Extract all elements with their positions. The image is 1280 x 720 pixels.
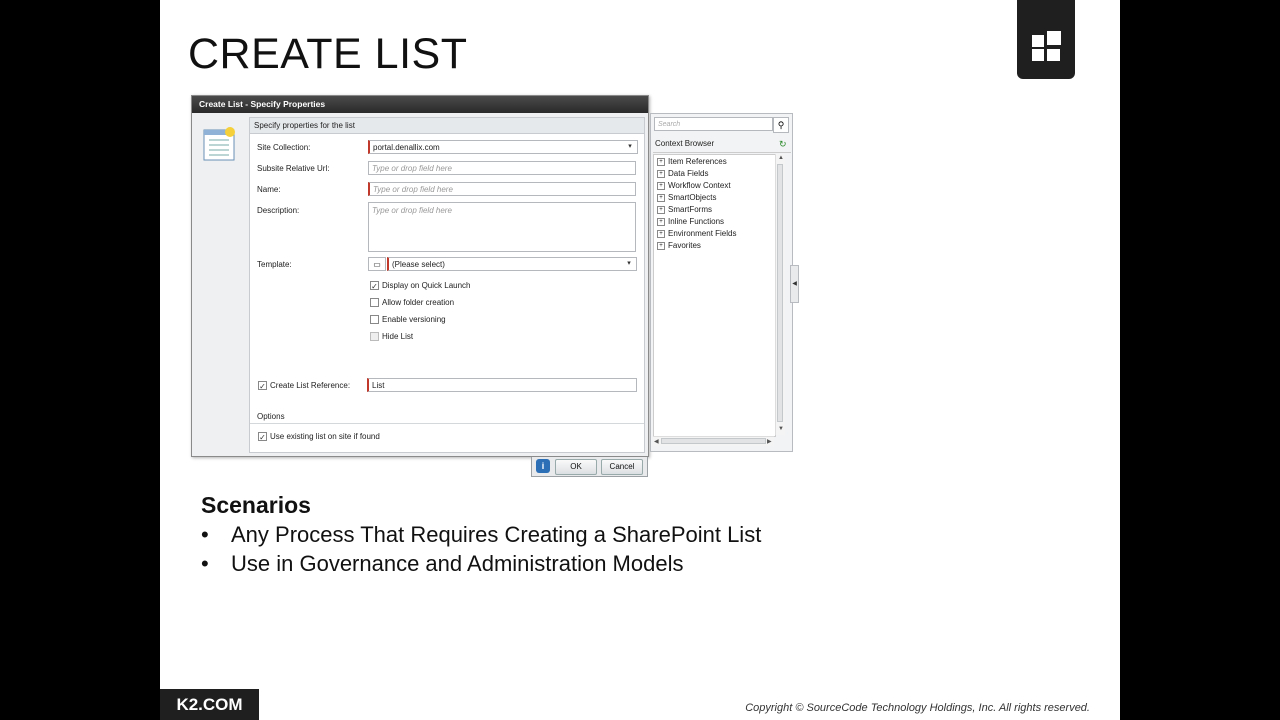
quick-launch-checkbox[interactable]: ✓	[370, 281, 379, 291]
use-existing-label: Use existing list on site if found	[270, 432, 380, 441]
create-list-dialog: Create List - Specify Properties Specify…	[191, 95, 649, 457]
horizontal-scroll-thumb[interactable]	[661, 438, 766, 444]
use-existing-checkbox[interactable]: ✓	[258, 432, 267, 442]
hide-list-checkbox[interactable]	[370, 332, 379, 341]
tree-item-item-references[interactable]: + Item References	[657, 157, 727, 166]
name-label: Name:	[257, 185, 281, 194]
scenario-text: Any Process That Requires Creating a Sha…	[231, 522, 762, 547]
expand-icon[interactable]: +	[657, 229, 665, 238]
info-button[interactable]: i	[536, 459, 550, 473]
template-select[interactable]: (Please select) ▾	[387, 257, 637, 271]
chevron-down-icon[interactable]: ▾	[622, 258, 636, 270]
tree-item-environment-fields[interactable]: + Environment Fields	[657, 229, 736, 238]
scroll-up-icon[interactable]: ▲	[778, 155, 784, 161]
versioning-label: Enable versioning	[382, 315, 446, 324]
list-wizard-icon	[203, 127, 235, 161]
tree-item-label: Environment Fields	[668, 229, 737, 238]
context-browser-title-text: Context Browser	[655, 139, 715, 148]
tree-item-workflow-context[interactable]: + Workflow Context	[657, 181, 731, 190]
tree-item-smartforms[interactable]: + SmartForms	[657, 205, 712, 214]
expand-icon[interactable]: +	[657, 157, 665, 166]
dialog-button-bar: i OK Cancel	[531, 457, 648, 477]
expand-icon[interactable]: +	[657, 217, 665, 226]
tree-item-data-fields[interactable]: + Data Fields	[657, 169, 708, 178]
tree-item-label: SmartForms	[668, 205, 712, 214]
folder-creation-label: Allow folder creation	[382, 298, 455, 307]
list-reference-label: Create List Reference:	[270, 381, 351, 390]
tree-item-label: Data Fields	[668, 169, 709, 178]
k2-logo-icon	[1017, 0, 1075, 79]
properties-panel: Specify properties for the list Site Col…	[249, 117, 645, 453]
horizontal-scrollbar[interactable]: ◀ ▶	[653, 436, 774, 446]
options-label: Options	[257, 412, 285, 421]
context-search-input[interactable]: Search	[654, 117, 773, 131]
scroll-down-icon[interactable]: ▼	[778, 426, 784, 432]
copyright-notice: Copyright © SourceCode Technology Holdin…	[745, 702, 1090, 714]
collapse-panel-icon[interactable]: ◀	[790, 265, 799, 303]
ok-button[interactable]: OK	[555, 459, 597, 475]
dialog-title: Create List - Specify Properties	[192, 96, 648, 113]
description-label: Description:	[257, 206, 300, 215]
tree-item-smartobjects[interactable]: + SmartObjects	[657, 193, 716, 202]
site-collection-select[interactable]: portal.denallix.com ▾	[368, 140, 638, 154]
slide: CREATE LIST Create List - Specify Proper…	[160, 0, 1120, 720]
scenarios-heading: Scenarios	[201, 492, 311, 518]
tree-item-label: Workflow Context	[668, 181, 731, 190]
k2-brand-label: K2.COM	[160, 689, 259, 720]
site-collection-value: portal.denallix.com	[373, 143, 440, 152]
vertical-scrollbar[interactable]: ▲ ▼	[775, 154, 785, 435]
subsite-url-input[interactable]: Type or drop field here	[368, 161, 636, 175]
hide-list-label: Hide List	[382, 332, 414, 341]
scroll-left-icon[interactable]: ◀	[654, 438, 659, 445]
tree-item-inline-functions[interactable]: + Inline Functions	[657, 217, 724, 226]
tree-item-label: SmartObjects	[668, 193, 717, 202]
expand-icon[interactable]: +	[657, 241, 665, 250]
expand-icon[interactable]: +	[657, 169, 665, 178]
template-value: (Please select)	[392, 260, 445, 269]
tree-item-label: Inline Functions	[668, 217, 725, 226]
slide-title: CREATE LIST	[188, 30, 468, 78]
scroll-right-icon[interactable]: ▶	[767, 438, 772, 445]
description-textarea[interactable]: Type or drop field here	[368, 202, 636, 252]
versioning-checkbox[interactable]	[370, 315, 379, 324]
folder-creation-checkbox[interactable]	[370, 298, 379, 307]
context-browser-title: Context Browser ↻	[653, 136, 791, 153]
template-label: Template:	[257, 260, 292, 269]
tree-item-label: Favorites	[668, 241, 701, 250]
site-collection-label: Site Collection:	[257, 143, 311, 152]
context-browser: Search ⚲ Context Browser ↻ + Item Referen…	[650, 113, 793, 452]
scenario-bullet: • Any Process That Requires Creating a Sh…	[201, 522, 761, 548]
search-icon[interactable]: ⚲	[773, 117, 789, 133]
list-reference-input[interactable]: List	[367, 378, 637, 392]
scenario-text: Use in Governance and Administration Mod…	[231, 551, 684, 576]
quick-launch-label: Display on Quick Launch	[382, 281, 471, 290]
bullet-icon: •	[201, 522, 209, 547]
template-picker-icon[interactable]: ▭	[368, 257, 386, 271]
options-divider	[250, 423, 644, 424]
tree-item-label: Item References	[668, 157, 727, 166]
cancel-button[interactable]: Cancel	[601, 459, 643, 475]
subsite-url-label: Subsite Relative Url:	[257, 164, 330, 173]
list-reference-checkbox[interactable]: ✓	[258, 381, 267, 391]
tree-item-favorites[interactable]: + Favorites	[657, 241, 701, 250]
name-input[interactable]: Type or drop field here	[368, 182, 636, 196]
expand-icon[interactable]: +	[657, 205, 665, 214]
vertical-scroll-thumb[interactable]	[777, 164, 783, 422]
panel-header: Specify properties for the list	[250, 118, 644, 134]
scenario-bullet: • Use in Governance and Administration Mo…	[201, 551, 683, 577]
refresh-icon[interactable]: ↻	[779, 139, 789, 149]
bullet-icon: •	[201, 551, 209, 576]
context-tree: + Item References + Data Fields + Workflow …	[653, 154, 776, 437]
expand-icon[interactable]: +	[657, 193, 665, 202]
expand-icon[interactable]: +	[657, 181, 665, 190]
chevron-down-icon[interactable]: ▾	[623, 141, 637, 153]
